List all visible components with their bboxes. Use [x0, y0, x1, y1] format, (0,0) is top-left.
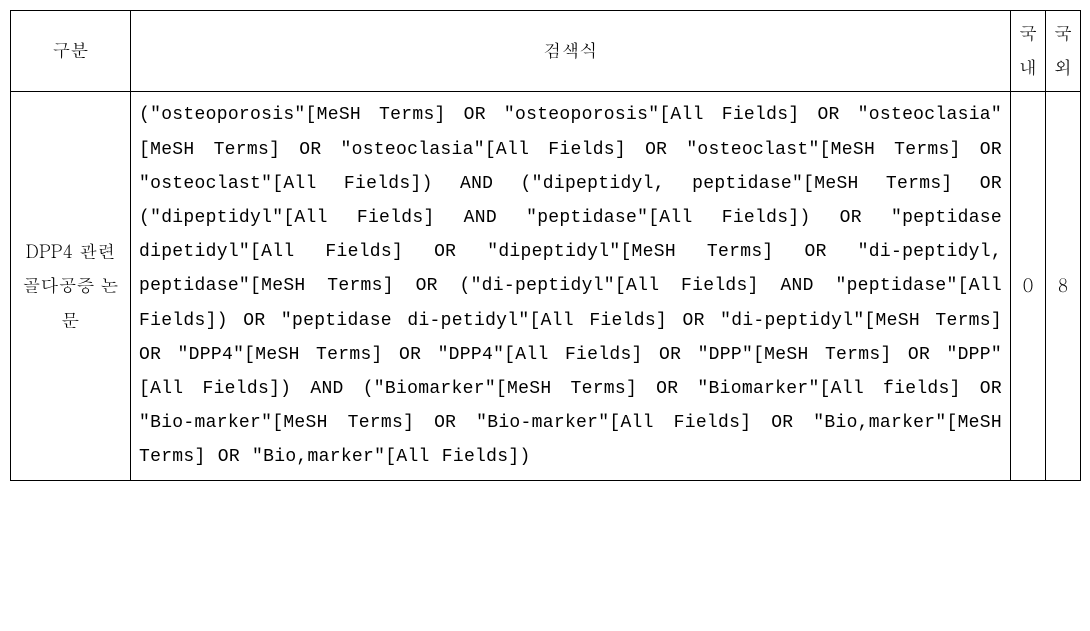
cell-query: ("osteoporosis"[MeSH Terms] OR "osteopor…: [131, 92, 1011, 481]
header-foreign: 국외: [1046, 11, 1081, 92]
header-category: 구분: [11, 11, 131, 92]
table-header-row: 구분 검색식 국내 국외: [11, 11, 1081, 92]
header-query: 검색식: [131, 11, 1011, 92]
search-query-table: 구분 검색식 국내 국외 DPP4 관련 골다공증 논문 ("osteoporo…: [10, 10, 1081, 481]
cell-domestic: 0: [1011, 92, 1046, 481]
cell-category: DPP4 관련 골다공증 논문: [11, 92, 131, 481]
header-domestic: 국내: [1011, 11, 1046, 92]
table-row: DPP4 관련 골다공증 논문 ("osteoporosis"[MeSH Ter…: [11, 92, 1081, 481]
cell-foreign: 8: [1046, 92, 1081, 481]
